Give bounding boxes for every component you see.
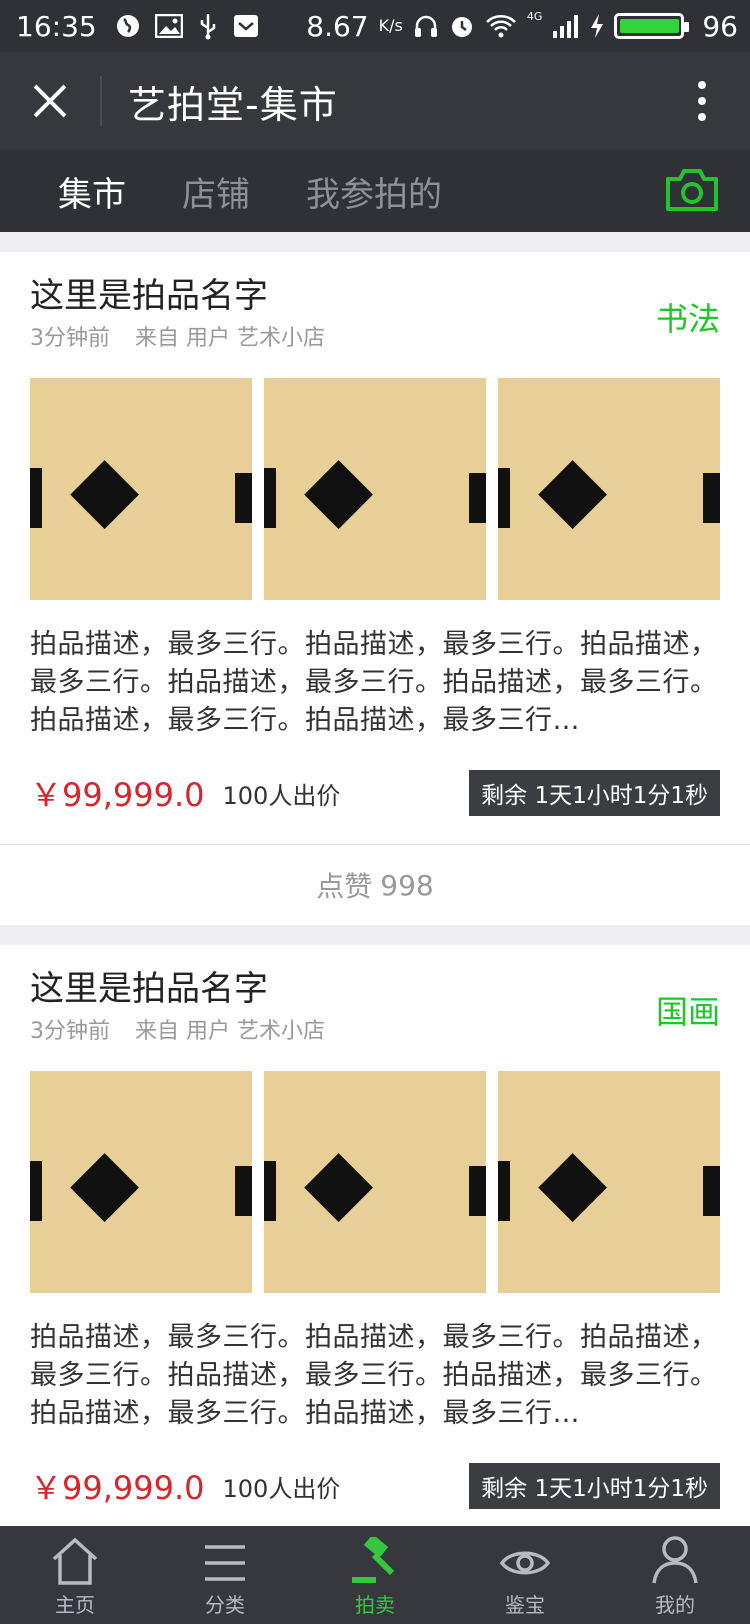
close-button[interactable] [0,52,100,150]
status-time: 16:35 [16,9,97,43]
globe-icon [116,15,139,37]
more-dot-icon [698,97,706,105]
nav-label: 主页 [55,1593,95,1617]
item-description: 拍品描述，最多三行。拍品描述，最多三行。拍品描述，最多三行。拍品描述，最多三行。… [30,1322,718,1429]
calligraphy-glyph: ◆ [304,434,373,540]
tab-my-bids[interactable]: 我参拍的 [306,167,442,216]
image-gallery: ◆ ◆ ◆ [30,1071,720,1293]
calligraphy-glyph: ◆ [70,434,139,540]
calligraphy-glyph: ◆ [538,434,607,540]
nav-profile[interactable]: 我的 [600,1526,750,1624]
item-time: 3分钟前 [30,326,110,351]
network-speed: 8.67 [306,9,369,43]
calligraphy-glyph: ◆ [304,1127,373,1233]
tab-shops[interactable]: 店铺 [182,167,250,216]
nav-appraisal[interactable]: 鉴宝 [450,1526,600,1624]
calligraphy-glyph: ◆ [70,1127,139,1233]
user-icon [652,1536,698,1584]
alarm-icon [451,17,472,37]
more-dot-icon [698,113,706,121]
item-image[interactable]: ◆ [498,1071,720,1293]
eye-icon [499,1551,551,1575]
item-price: ￥99,999.0 [30,776,205,814]
mail-download-icon [233,15,258,37]
nav-label: 分类 [205,1593,245,1617]
item-meta: 3分钟前 来自 用户 艺术小店 [30,1017,325,1047]
nav-label: 拍卖 [355,1593,395,1617]
nav-label: 鉴宝 [505,1593,545,1617]
price-row: ￥99,999.0 100人出价 剩余 1天1小时1分1秒 [30,770,720,844]
image-icon [154,14,183,38]
time-remaining-badge: 剩余 1天1小时1分1秒 [469,770,720,816]
battery-icon [614,13,690,39]
like-button[interactable]: 点赞 998 [0,844,750,925]
category-tag[interactable]: 国画 [656,987,720,1047]
divider [100,76,102,126]
menu-icon [205,1545,245,1581]
bid-count: 100人出价 [222,781,341,810]
charging-icon [591,14,604,38]
time-remaining-badge: 剩余 1天1小时1分1秒 [469,1463,720,1509]
like-count: 998 [380,868,434,902]
item-image[interactable]: ◆ [30,378,252,600]
item-title: 这里是拍品名字 [30,276,268,316]
nav-auction[interactable]: 拍卖 [300,1526,450,1624]
auction-feed: 这里是拍品名字 3分钟前 来自 用户 艺术小店 书法 ◆ ◆ ◆ 拍品描述，最多… [0,252,750,1557]
item-image[interactable]: ◆ [30,1071,252,1293]
item-image[interactable]: ◆ [264,1071,486,1293]
signal-icon [553,15,579,38]
item-source: 来自 用户 艺术小店 [135,1019,325,1044]
category-tag[interactable]: 书法 [656,294,720,354]
usb-icon [200,14,215,40]
nav-category[interactable]: 分类 [150,1526,300,1624]
item-time: 3分钟前 [30,1019,110,1044]
item-price: ￥99,999.0 [30,1469,205,1507]
more-options-button[interactable] [692,71,712,131]
item-image[interactable]: ◆ [498,378,720,600]
item-meta: 3分钟前 来自 用户 艺术小店 [30,324,325,354]
status-bar: 16:35 8.67 K/s 4G 96 [0,0,750,52]
network-type: 4G [526,9,543,23]
gavel-icon [352,1537,395,1583]
home-icon [52,1537,98,1585]
network-speed-unit: K/s [378,16,403,35]
tab-bar: 集市 店铺 我参拍的 [0,150,750,232]
auction-card[interactable]: 这里是拍品名字 3分钟前 来自 用户 艺术小店 国画 ◆ ◆ ◆ 拍品描述，最多… [0,945,750,1537]
item-source: 来自 用户 艺术小店 [135,326,325,351]
bid-count: 100人出价 [222,1474,341,1503]
battery-level: 96 [702,9,738,43]
item-title: 这里是拍品名字 [30,969,268,1009]
title-bar: 艺拍堂-集市 [0,52,750,150]
more-dot-icon [698,81,706,89]
item-image[interactable]: ◆ [264,378,486,600]
camera-button[interactable] [664,167,720,215]
headphones-icon [414,15,437,37]
calligraphy-glyph: ◆ [538,1127,607,1233]
image-gallery: ◆ ◆ ◆ [30,378,720,600]
item-description: 拍品描述，最多三行。拍品描述，最多三行。拍品描述，最多三行。拍品描述，最多三行。… [30,629,718,736]
page-title: 艺拍堂-集市 [128,82,338,127]
auction-card[interactable]: 这里是拍品名字 3分钟前 来自 用户 艺术小店 书法 ◆ ◆ ◆ 拍品描述，最多… [0,252,750,925]
nav-home[interactable]: 主页 [0,1526,150,1624]
tab-market[interactable]: 集市 [58,167,126,216]
nav-label: 我的 [655,1593,695,1617]
bottom-nav: 主页 分类 拍卖 鉴宝 我的 [0,1526,750,1624]
like-label: 点赞 [316,870,373,903]
camera-icon [666,169,718,211]
close-icon [33,84,67,118]
wifi-icon [485,15,516,38]
